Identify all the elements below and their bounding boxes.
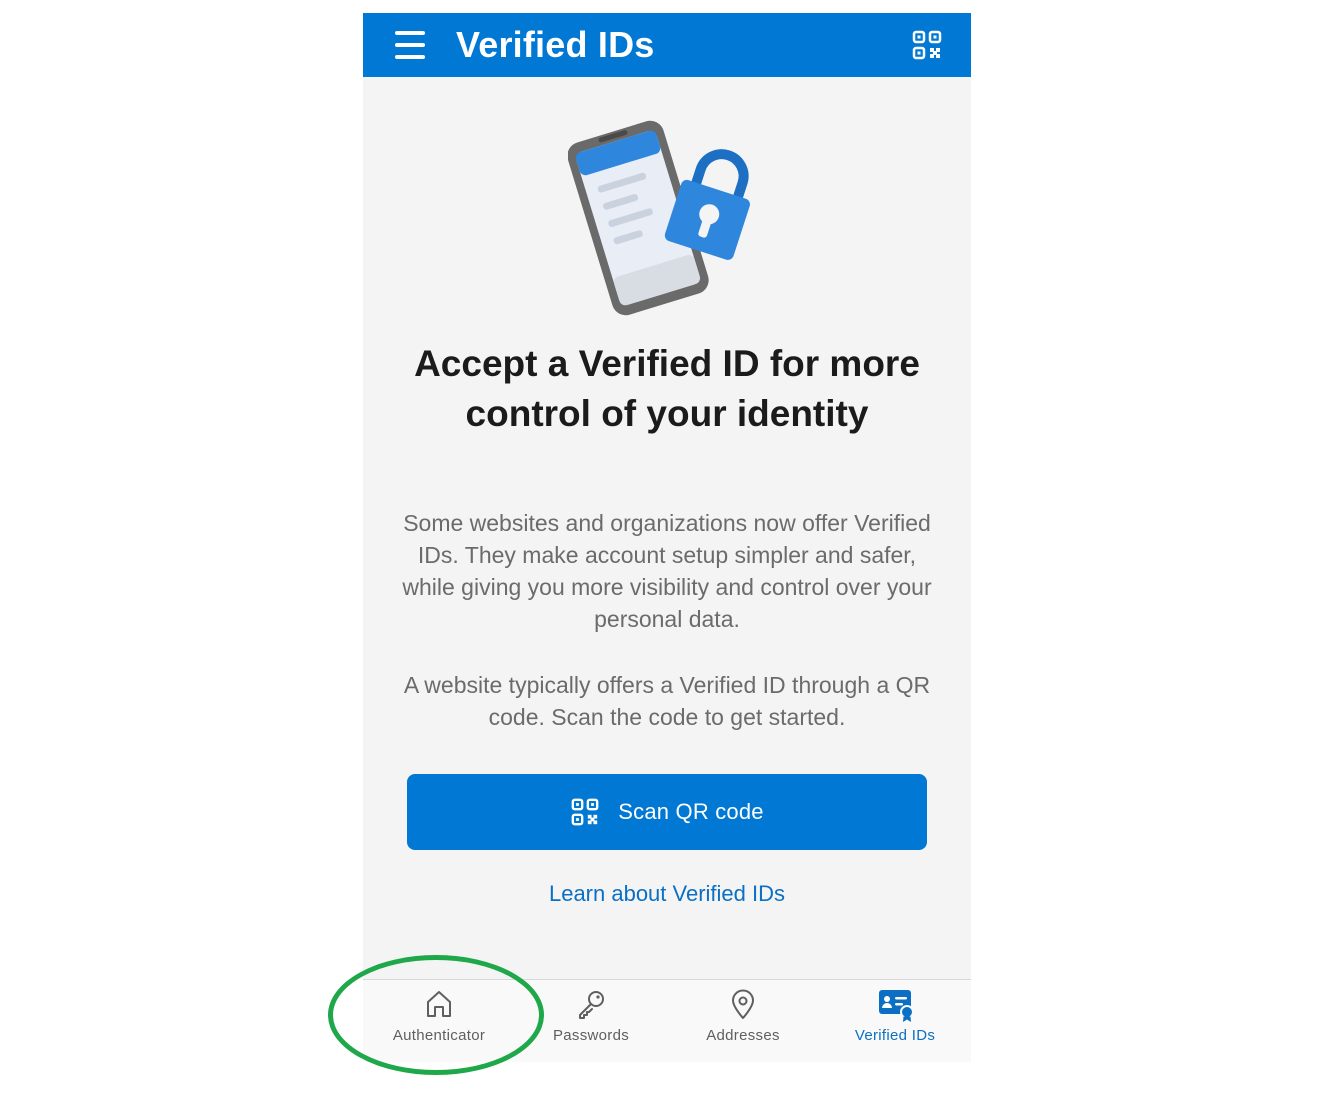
location-pin-icon: [727, 988, 759, 1020]
headline: Accept a Verified ID for more control of…: [414, 343, 920, 434]
phone-screen: Verified IDs Accept a Verified ID for mo…: [363, 13, 971, 1062]
hamburger-menu-icon[interactable]: [391, 27, 431, 63]
qr-code-icon: [570, 797, 600, 827]
scan-qr-code-button[interactable]: Scan QR code: [407, 774, 927, 850]
tab-label: Authenticator: [392, 1027, 486, 1044]
tab-label: Verified IDs: [854, 1027, 936, 1044]
verified-id-card-icon: [879, 988, 914, 1022]
tab-addresses[interactable]: Addresses: [667, 980, 819, 1062]
instruction-paragraph: A website typically offers a Verified ID…: [403, 672, 931, 730]
page-title: Verified IDs: [456, 24, 655, 65]
phone-with-padlock-illustration: [567, 118, 768, 318]
top-app-bar: Verified IDs: [363, 13, 971, 77]
bottom-tab-bar: Authenticator Passwords Addresses Verifi…: [363, 979, 971, 1062]
qr-code-icon[interactable]: [911, 29, 943, 61]
learn-about-verified-ids-link[interactable]: Learn about Verified IDs: [363, 881, 971, 907]
tab-verified-ids[interactable]: Verified IDs: [819, 980, 971, 1062]
key-icon: [575, 988, 607, 1020]
home-icon: [423, 988, 455, 1020]
tab-label: Addresses: [706, 1027, 780, 1044]
tab-authenticator[interactable]: Authenticator: [363, 980, 515, 1062]
tab-label: Passwords: [552, 1027, 630, 1044]
description-paragraph: Some websites and organizations now offe…: [402, 510, 932, 632]
scan-qr-code-label: Scan QR code: [618, 799, 764, 824]
tab-passwords[interactable]: Passwords: [515, 980, 667, 1062]
